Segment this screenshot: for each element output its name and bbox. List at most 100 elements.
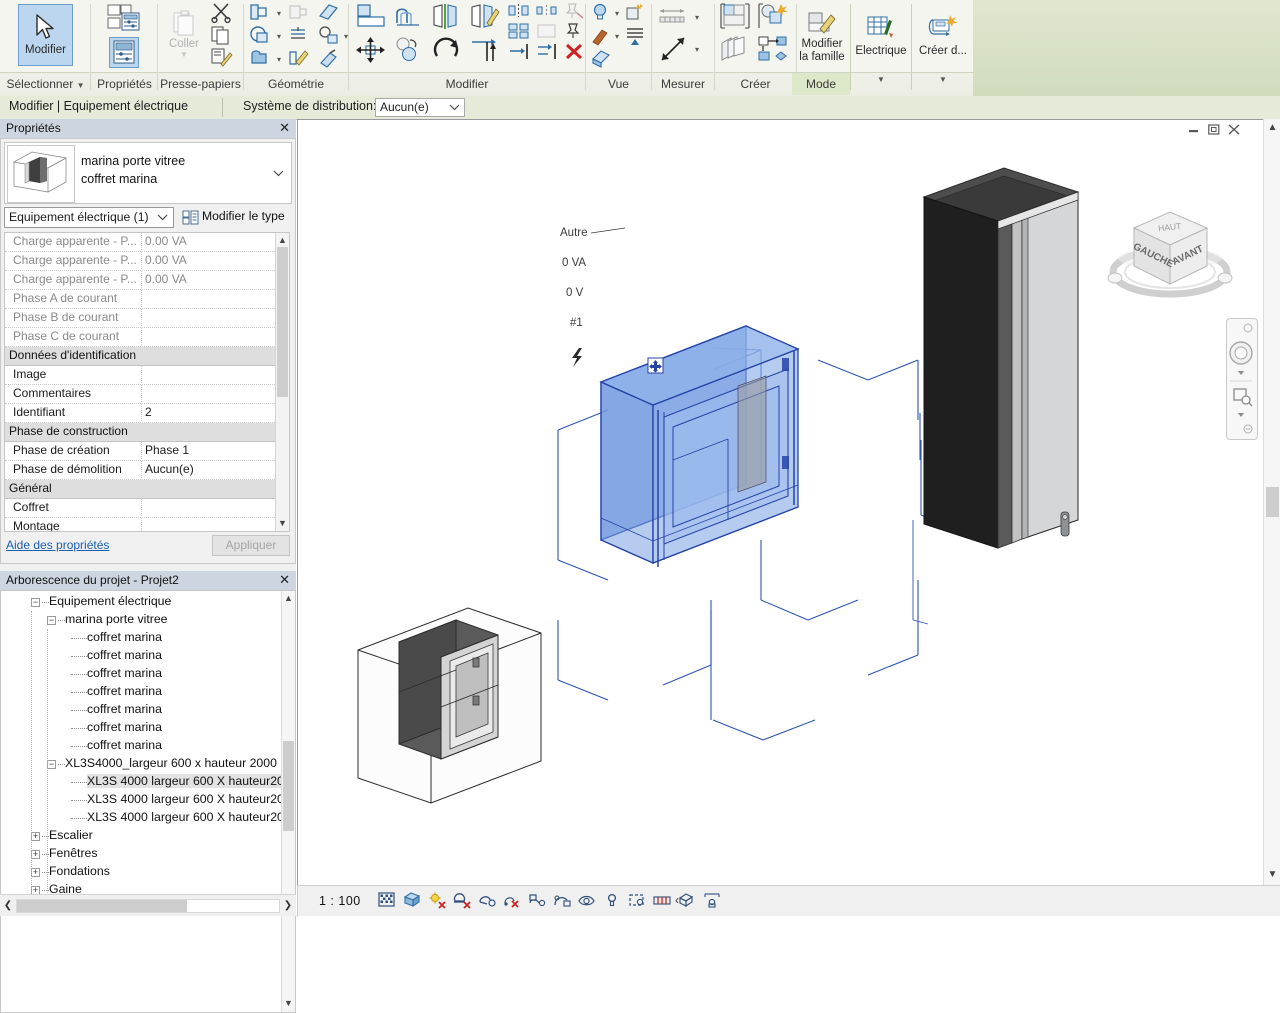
chevron-down-icon[interactable]: ▼ [877,76,885,84]
viewport-vertical-scrollbar[interactable]: ▲ ▼ [1263,119,1280,885]
type-preview[interactable]: marina porte vitree coffret marina [4,142,292,204]
scroll-down-icon[interactable]: ▼ [278,518,287,529]
array-icon[interactable] [507,2,533,20]
wall-sweep-icon[interactable] [316,48,344,70]
property-value[interactable] [141,328,289,345]
tree-item[interactable]: + Fondations [1,863,284,881]
cut-icon[interactable] [210,2,236,24]
chevron-down-icon[interactable] [273,169,284,177]
electrique-button[interactable]: Electrique [853,3,909,69]
scroll-thumb[interactable] [283,741,294,831]
analytical-model-icon[interactable] [552,890,571,909]
group-icon[interactable] [507,22,533,40]
property-row[interactable]: Phase A de courant [5,290,289,309]
property-value[interactable]: 0.00 VA [141,271,289,288]
mirror-axis-icon[interactable] [431,3,465,33]
measure-between-icon[interactable] [656,6,692,30]
scroll-up-icon[interactable]: ▲ [278,235,287,246]
creer-d-button[interactable]: Créer d... [914,3,972,69]
scroll-up-icon[interactable]: ▲ [284,593,293,605]
tree-item[interactable]: − marina porte vitree [1,611,284,629]
property-value[interactable] [141,290,289,307]
tree-item[interactable]: − Equipement électrique [1,593,284,611]
chevron-down-icon[interactable]: ▾ [277,56,281,64]
chevron-down-icon[interactable]: ▾ [615,10,619,18]
create-group-icon[interactable] [719,2,753,32]
offset-icon[interactable] [393,3,427,33]
detail-level-icon[interactable] [377,890,396,909]
align-icon[interactable] [355,3,389,33]
property-group-header[interactable]: Phase de construction⌃ [5,423,289,442]
create-assembly-icon[interactable] [757,35,791,65]
trim-extend-icon[interactable] [469,36,503,66]
property-value[interactable] [141,499,289,516]
chevron-down-icon[interactable]: ▾ [615,33,619,41]
property-row[interactable]: Phase de démolition Aucun(e) [5,461,289,480]
crop-visibility-icon[interactable] [527,890,546,909]
tree-item[interactable]: coffret marina [1,665,284,683]
hscroll-thumb[interactable] [17,900,187,912]
hide-category-icon[interactable] [677,890,696,909]
tree-item[interactable]: − XL3S4000_largeur 600 x hauteur 2000 [1,755,284,773]
property-value[interactable]: 2 [141,404,289,421]
sun-path-icon[interactable] [427,890,446,909]
property-row[interactable]: Commentaires [5,385,289,404]
scroll-right-icon[interactable]: ❯ [281,898,295,913]
properties-palette-icon[interactable] [109,37,139,68]
scroll-down-icon[interactable]: ▼ [1267,869,1278,882]
measure-icon[interactable] [702,890,721,909]
reveal-hidden-icon[interactable] [602,890,621,909]
tree-item[interactable]: XL3S 4000 largeur 600 X hauteur20 [1,773,284,791]
filters-icon[interactable] [624,2,648,24]
pin-icon[interactable] [563,22,587,40]
scroll-up-icon[interactable]: ▲ [1267,122,1278,135]
demolish-icon[interactable] [286,25,314,47]
scroll-left-icon[interactable]: ❮ [1,898,15,913]
chevron-down-icon[interactable]: ▾ [277,33,281,41]
type-properties-icon[interactable] [106,3,142,33]
cut-profile-icon[interactable] [590,48,614,68]
restore-icon[interactable] [1208,124,1220,135]
properties-scrollbar[interactable]: ▲ ▼ [275,233,289,531]
tree-item[interactable]: + Escalier [1,827,284,845]
property-row[interactable]: Charge apparente - P... 0.00 VA [5,233,289,252]
ungroup-icon[interactable] [535,22,561,40]
trim-multiple-icon[interactable] [535,42,561,62]
tree-item[interactable]: coffret marina [1,737,284,755]
property-value[interactable] [141,366,289,383]
chevron-down-icon[interactable]: ▼ [939,76,947,84]
collapse-icon[interactable]: − [47,616,56,625]
modifier-button[interactable]: Modifier [18,4,73,66]
visibility-graphics-icon[interactable] [590,2,614,24]
tree-item[interactable]: coffret marina [1,701,284,719]
coller-button[interactable]: Coller ▼ [162,3,206,65]
collapse-icon[interactable]: − [31,598,40,607]
tree-horizontal-scrollbar[interactable]: ❮ ❯ [0,894,296,916]
viewport-canvas[interactable]: Autre 0 VA 0 V #1 HAUT GAUCHE AVANT [298,120,1264,885]
navigation-bar[interactable] [1226,318,1258,440]
create-similar-icon[interactable] [757,2,791,32]
visual-style-icon[interactable] [402,890,421,909]
property-row[interactable]: Charge apparente - P... 0.00 VA [5,271,289,290]
crop-region-icon[interactable] [502,890,521,909]
tree-scrollbar[interactable]: ▲ ▼ [281,591,295,1012]
view-scale[interactable]: 1 : 100 [319,894,361,908]
move-icon[interactable] [355,36,389,66]
properties-help-link[interactable]: Aide des propriétés [6,538,109,552]
property-value[interactable]: 0.00 VA [141,252,289,269]
rotate-icon[interactable] [431,36,465,66]
tree-item[interactable]: coffret marina [1,647,284,665]
scroll-thumb[interactable] [277,247,288,397]
copy-icon[interactable] [210,25,236,45]
cut-geometry-icon[interactable] [286,2,314,24]
worksharing-icon[interactable] [627,890,646,909]
property-group-header[interactable]: Général⌃ [5,480,289,499]
temporary-hide-isolate-icon[interactable] [577,890,596,909]
design-options-icon[interactable] [652,890,671,909]
measure-along-icon[interactable] [658,34,692,66]
shadows-icon[interactable] [452,890,471,909]
close-icon[interactable]: ✕ [279,120,290,136]
property-row[interactable]: Phase de création Phase 1 [5,442,289,461]
property-row[interactable]: Charge apparente - P... 0.00 VA [5,252,289,271]
tree-item[interactable]: coffret marina [1,683,284,701]
